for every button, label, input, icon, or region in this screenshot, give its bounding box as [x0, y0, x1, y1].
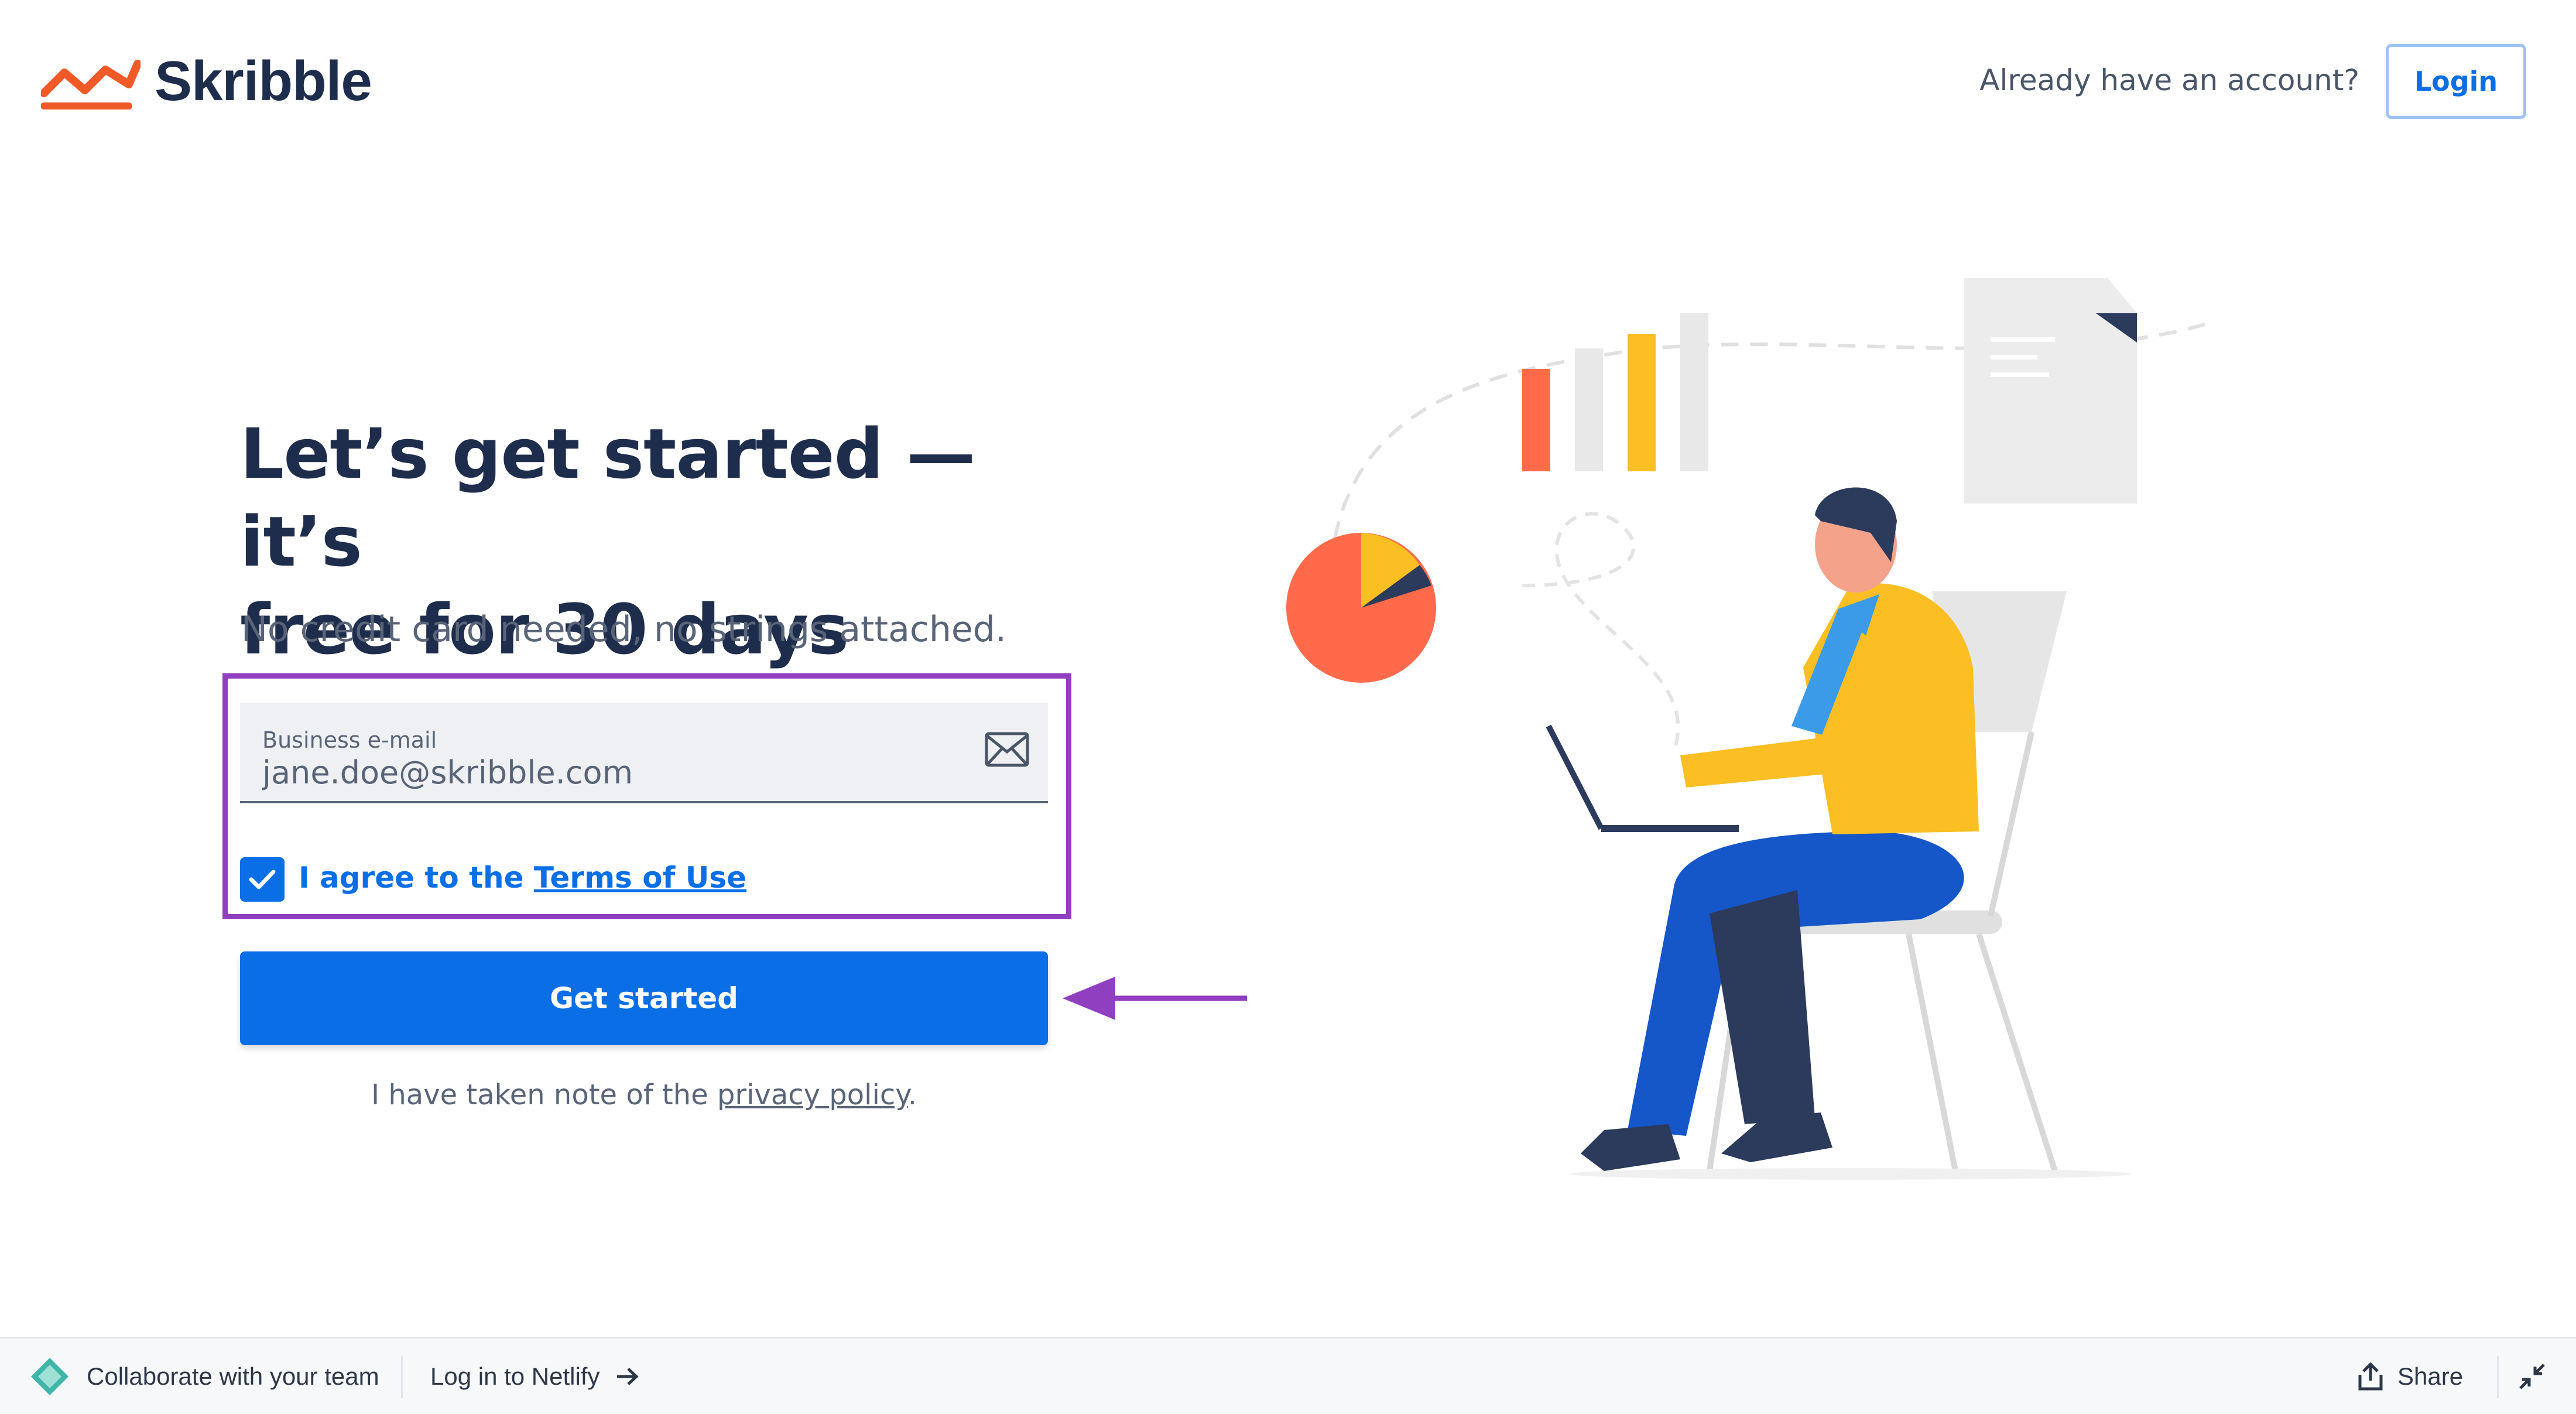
share-icon [2358, 1361, 2383, 1390]
email-input[interactable]: jane.doe@skribble.com [262, 754, 633, 791]
arrow-right-icon [616, 1367, 639, 1385]
email-field-label: Business e-mail [262, 727, 437, 753]
toolbar-divider [401, 1356, 403, 1398]
arrow-left-icon [1063, 977, 1247, 1020]
bar-shape-3 [1628, 334, 1656, 471]
headline-line-1: Let’s get started — it’s [240, 413, 975, 582]
terms-prefix: I agree to the [299, 861, 534, 895]
toolbar-divider [2497, 1356, 2499, 1398]
login-button[interactable]: Login [2386, 44, 2526, 119]
privacy-note: I have taken note of the privacy policy. [240, 1079, 1048, 1111]
bar-shape-2 [1575, 348, 1603, 471]
share-button[interactable]: Share [2356, 1361, 2464, 1391]
bar-shape-1 [1522, 369, 1550, 471]
collapse-icon[interactable] [2517, 1362, 2547, 1391]
privacy-suffix: . [907, 1079, 917, 1111]
hero-illustration [1286, 278, 2214, 1180]
privacy-prefix: I have taken note of the [371, 1079, 717, 1111]
terms-checkbox[interactable] [240, 857, 285, 902]
brand-name: Skribble [155, 50, 372, 112]
brand-logo[interactable]: Skribble [41, 49, 372, 114]
netlify-login-link[interactable]: Log in to Netlify [430, 1362, 639, 1391]
account-prompt: Already have an account? [1979, 63, 2359, 97]
email-field[interactable]: Business e-mail jane.doe@skribble.com [240, 703, 1048, 803]
netlify-login-label: Log in to Netlify [430, 1362, 600, 1390]
terms-label: I agree to the Terms of Use [299, 861, 746, 895]
envelope-icon [985, 732, 1029, 767]
privacy-policy-link[interactable]: privacy policy [717, 1079, 908, 1111]
get-started-button[interactable]: Get started [240, 951, 1048, 1045]
netlify-diamond-icon [31, 1357, 68, 1395]
page-subtitle: No credit card needed, no strings attach… [241, 609, 1006, 650]
collaborate-item[interactable]: Collaborate with your team [29, 1356, 379, 1397]
share-label: Share [2397, 1362, 2464, 1390]
netlify-toolbar: Collaborate with your team Log in to Net… [0, 1337, 2576, 1414]
terms-of-use-link[interactable]: Terms of Use [534, 861, 746, 895]
checkmark-icon [249, 869, 276, 889]
skribble-logo-icon [41, 60, 141, 109]
collaborate-label: Collaborate with your team [87, 1362, 379, 1390]
bar-shape-4 [1680, 313, 1708, 471]
